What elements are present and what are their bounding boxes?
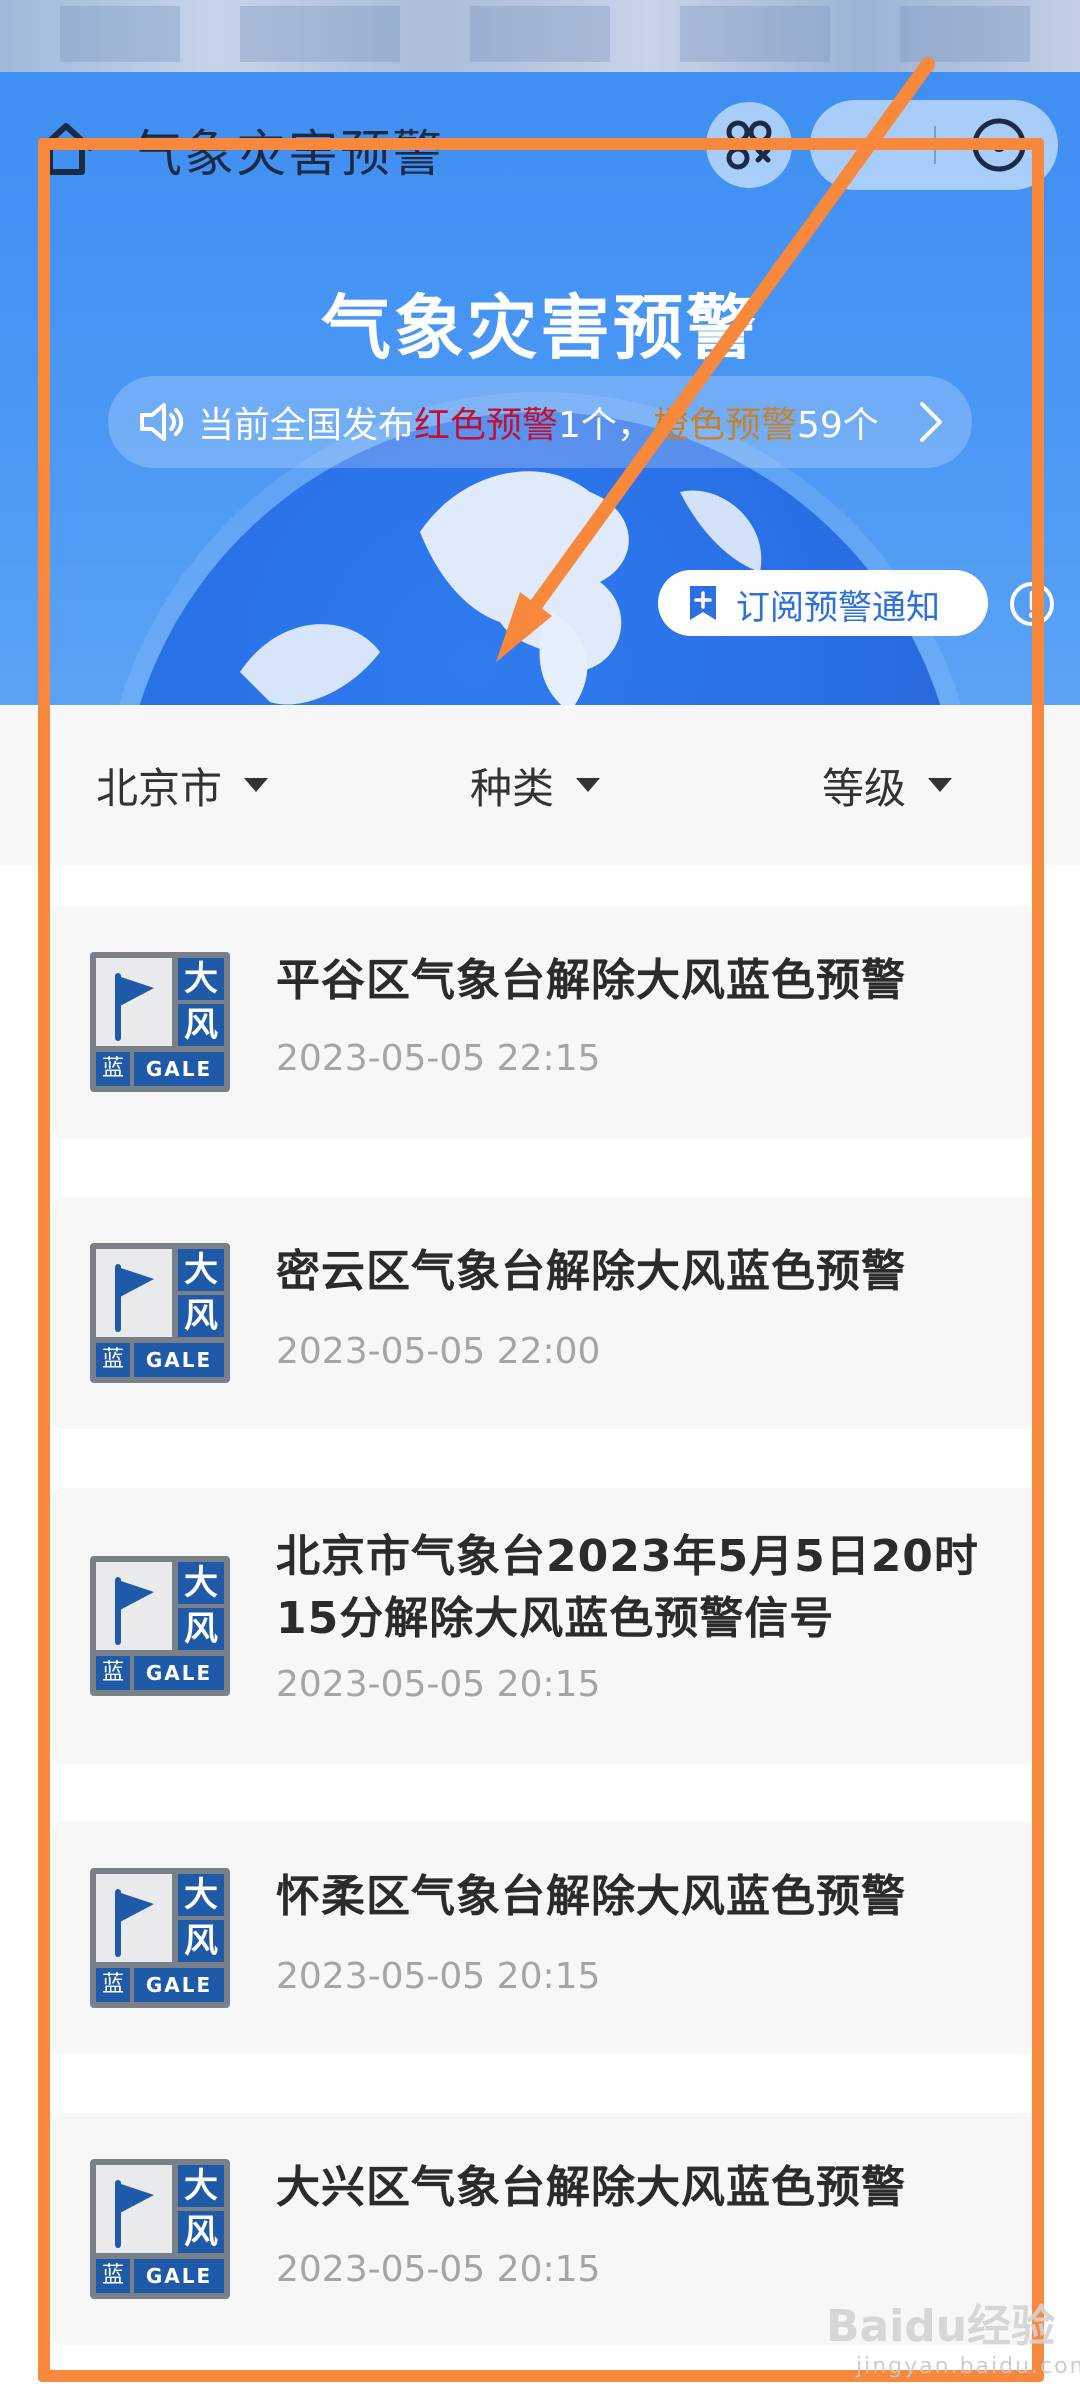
watermark-main: Baidu经验 [826, 2301, 1056, 2352]
annotation-highlight-box [38, 138, 1044, 2382]
watermark-sub: jingyan.baidu.com [856, 2354, 1080, 2379]
status-bar [0, 0, 1080, 72]
baidu-jingyan-watermark: Baidu经验 jingyan.baidu.com [826, 2280, 1080, 2390]
